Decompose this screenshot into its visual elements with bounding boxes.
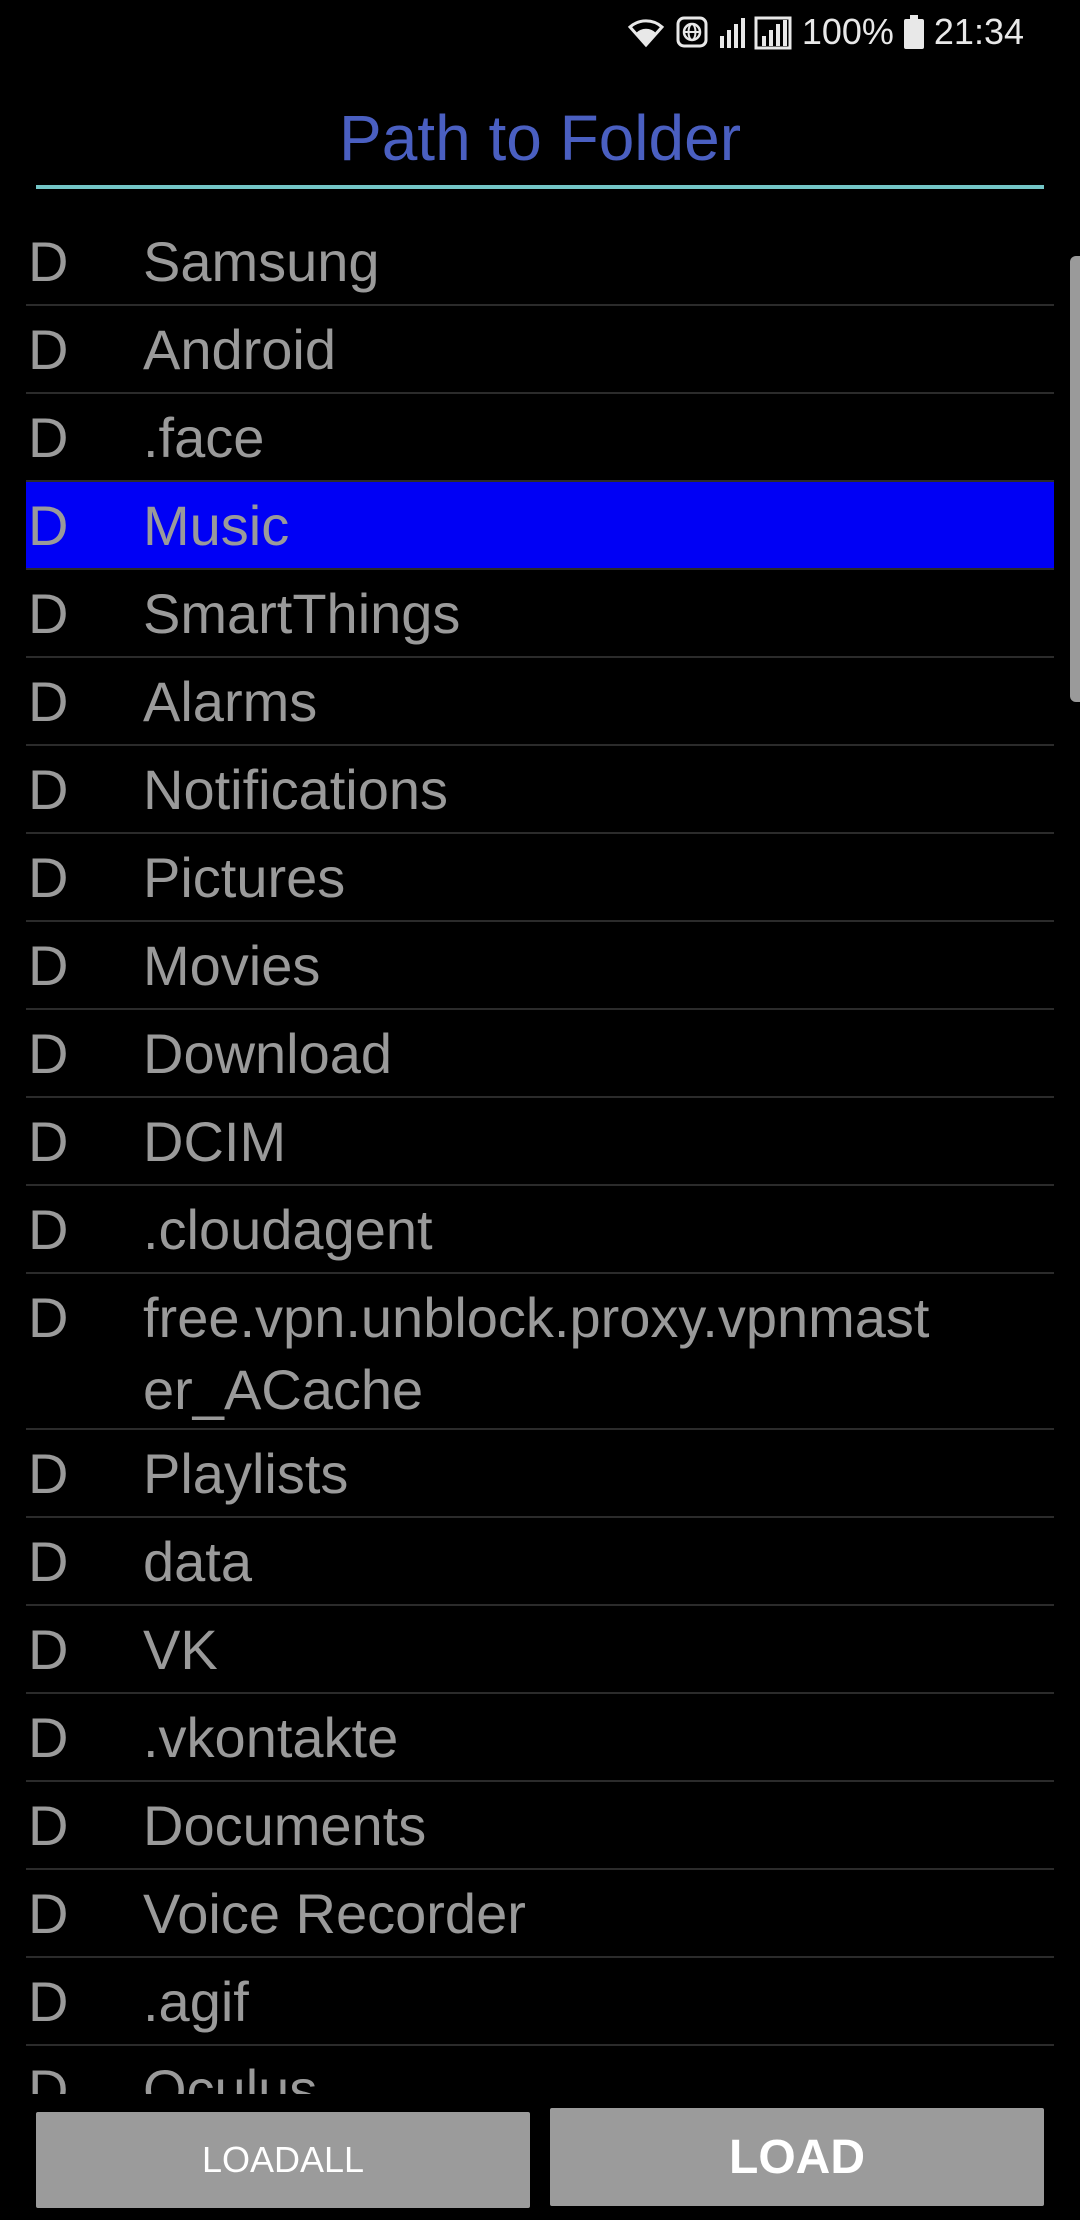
item-type-label: D <box>28 230 69 293</box>
list-item[interactable]: D Movies <box>26 922 1054 1010</box>
item-name-label: SmartThings <box>143 582 461 645</box>
item-name-label: Oculus <box>143 2058 318 2094</box>
list-item[interactable]: D .vkontakte <box>26 1694 1054 1782</box>
list-item[interactable]: D Voice Recorder <box>26 1870 1054 1958</box>
load-button[interactable]: LOAD <box>550 2108 1044 2206</box>
item-type-label: D <box>28 2058 69 2094</box>
item-type-label: D <box>28 1706 69 1769</box>
list-item[interactable]: D Pictures <box>26 834 1054 922</box>
item-name-label: Playlists <box>143 1442 349 1505</box>
page-title: Path to Folder <box>339 102 741 174</box>
item-type-label: D <box>28 1618 69 1681</box>
list-item[interactable]: Ddata <box>26 1518 1054 1606</box>
list-item[interactable]: D Notifications <box>26 746 1054 834</box>
item-name-label: Alarms <box>143 670 318 733</box>
item-name-label: Samsung <box>143 230 380 293</box>
battery-percent: 100% <box>801 11 894 52</box>
item-name-label: Movies <box>143 934 321 997</box>
list-item[interactable]: D VK <box>26 1606 1054 1694</box>
list-item[interactable]: D .cloudagent <box>26 1186 1054 1274</box>
list-item[interactable]: D SmartThings <box>26 570 1054 658</box>
wifi-icon <box>626 15 666 49</box>
item-name-label: .vkontakte <box>143 1706 399 1769</box>
item-name-label: Documents <box>143 1794 427 1857</box>
item-name-label: DCIM <box>143 1110 287 1173</box>
item-type-label: D <box>28 1530 69 1593</box>
clock: 21:34 <box>933 11 1024 52</box>
title-divider <box>36 185 1044 189</box>
item-type-label: D <box>28 670 69 733</box>
battery-icon <box>903 15 924 49</box>
item-type-label: D <box>28 1882 69 1945</box>
item-type-label: D <box>28 582 69 645</box>
status-indicators: 100% 21:34 <box>626 10 1024 54</box>
list-item[interactable]: D Music <box>26 482 1054 570</box>
item-name-label: Music <box>143 494 290 557</box>
item-type-label: D <box>28 758 69 821</box>
loadall-button[interactable]: LOADALL <box>36 2112 530 2208</box>
item-type-label: D <box>28 1442 69 1505</box>
item-type-label: D <box>28 846 69 909</box>
item-type-label: D <box>28 1110 69 1173</box>
list-item[interactable]: D DCIM <box>26 1098 1054 1186</box>
item-name-label: Pictures <box>143 846 346 909</box>
item-name-label: Notifications <box>143 758 449 821</box>
item-type-label: D <box>28 1198 69 1261</box>
item-type-label: D <box>28 1794 69 1857</box>
item-type-label: D <box>28 406 69 469</box>
vpn-globe-icon <box>676 16 708 48</box>
list-item[interactable]: D Samsung <box>26 218 1054 306</box>
item-name-label: free.vpn.unblock.proxy.vpnmaster_ACache <box>143 1286 930 1421</box>
item-name-label: .face <box>143 406 265 469</box>
status-bar: 100% 21:34 <box>0 0 1080 64</box>
item-type-label: D <box>28 494 69 557</box>
folder-list[interactable]: D Samsung D Android D .face D Music D SmartThings… <box>26 218 1054 2094</box>
item-name-label: VK <box>143 1618 218 1681</box>
list-item[interactable]: D Download <box>26 1010 1054 1098</box>
item-type-label: D <box>28 1286 69 1349</box>
list-item[interactable]: D Documents <box>26 1782 1054 1870</box>
signal-icon <box>718 14 792 50</box>
item-name-label: .cloudagent <box>143 1198 433 1261</box>
list-item[interactable]: D Android <box>26 306 1054 394</box>
scrollbar[interactable] <box>1070 256 1080 702</box>
item-type-label: D <box>28 1970 69 2033</box>
item-type-label: D <box>28 318 69 381</box>
item-name-label: Download <box>143 1022 393 1085</box>
item-type-label: D <box>28 1022 69 1085</box>
item-name-label: Android <box>143 318 337 381</box>
item-name-label: data <box>143 1530 252 1593</box>
list-item[interactable]: D Alarms <box>26 658 1054 746</box>
list-item[interactable]: D Playlists <box>26 1430 1054 1518</box>
list-item[interactable]: Dfree.vpn.unblock.proxy.vpnmaster_ACache <box>26 1274 1054 1430</box>
list-item[interactable]: D .agif <box>26 1958 1054 2046</box>
item-name-label: Voice Recorder <box>143 1882 526 1945</box>
list-item[interactable]: D Oculus <box>26 2046 1054 2094</box>
item-name-label: .agif <box>143 1970 249 2033</box>
item-type-label: D <box>28 934 69 997</box>
list-item[interactable]: D .face <box>26 394 1054 482</box>
